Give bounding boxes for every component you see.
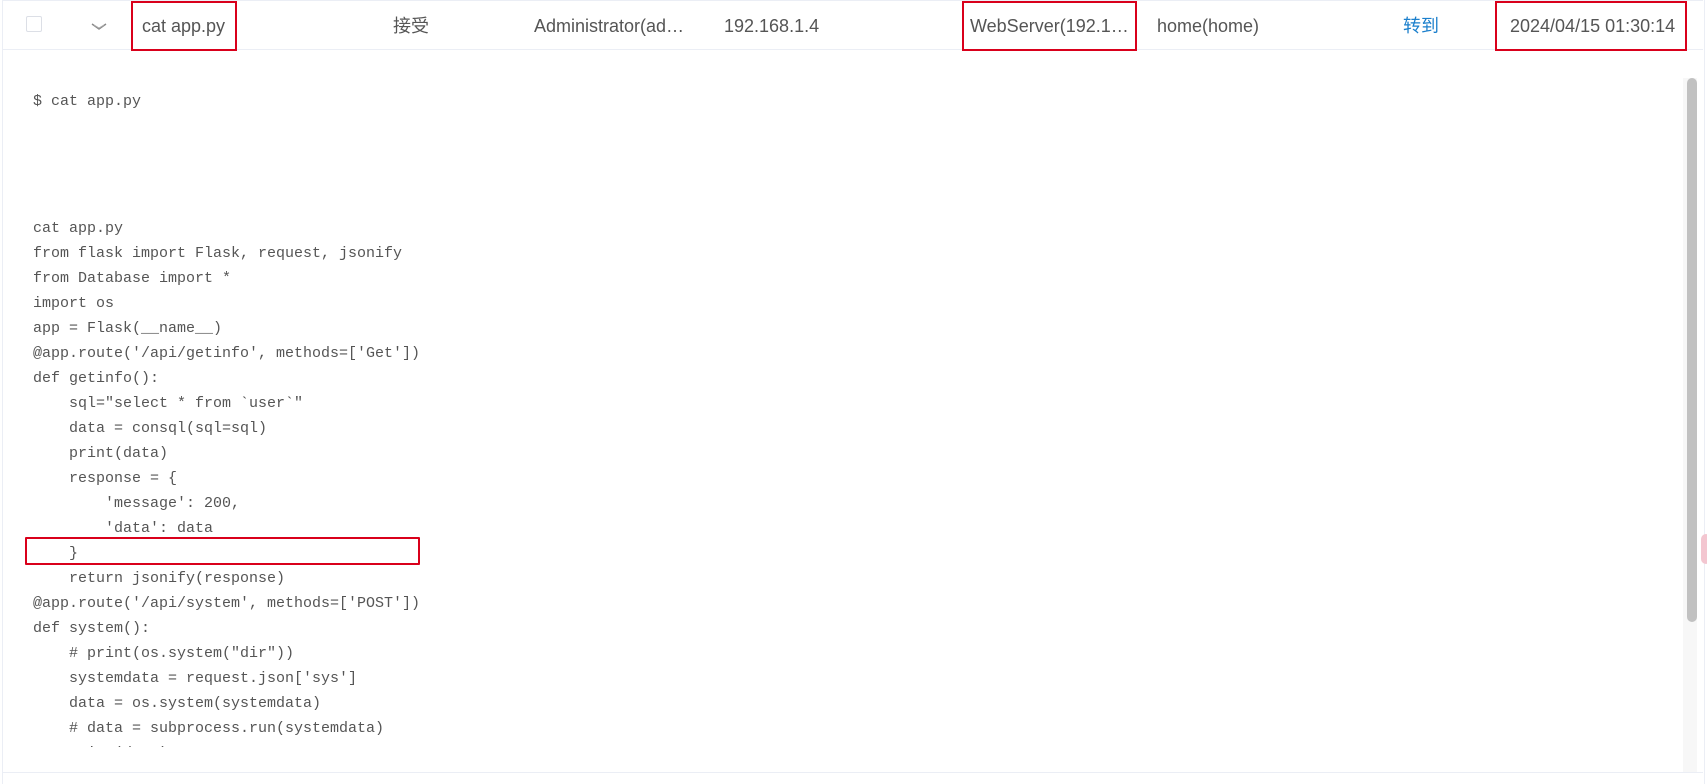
code-line: # data = subprocess.run(systemdata) [33,720,385,737]
code-line: cat app.py [33,220,124,237]
code-line: @app.route('/api/getinfo', methods=['Get… [33,345,421,362]
code-line: data = os.system(systemdata) [33,695,322,712]
code-line: @app.route('/api/system', methods=['POST… [33,595,421,612]
code-line: sql="select * from `user`" [33,395,304,412]
audit-log-panel: cat app.py 接受 Administrator(ad… 192.168.… [2,0,1705,784]
code-line: from flask import Flask, request, jsonif… [33,245,403,262]
code-line: response = { [33,470,178,487]
code-line: app = Flask(__name__) [33,320,223,337]
command-prompt: $ cat app.py [33,93,142,110]
code-line: return jsonify(response) [33,570,286,587]
goto-link[interactable]: 转到 [1403,1,1453,51]
scrollbar-thumb[interactable] [1687,78,1697,622]
user-cell: Administrator(ad… [534,16,685,36]
command-output: $ cat app.py cat app.py from flask import… [31,50,1671,747]
highlight-box [25,537,420,565]
code-line: def system(): [33,620,151,637]
code-line: 'message': 200, [33,495,241,512]
command-cell: cat app.py [131,1,237,51]
ip-cell: 192.168.1.4 [724,16,820,36]
row-checkbox[interactable] [26,16,42,32]
code-line: print(data) [33,741,420,747]
asset-cell: WebServer(192.1… [962,1,1137,51]
code-line: # print(os.system("dir")) [33,645,295,662]
code-line: import os [33,295,115,312]
code-line: def getinfo(): [33,370,160,387]
code-line: data = consql(sql=sql) [33,420,268,437]
table-row: cat app.py 接受 Administrator(ad… 192.168.… [3,0,1703,51]
account-cell: home(home) [1157,16,1260,36]
divider [3,772,1703,773]
floating-handle[interactable] [1701,534,1707,564]
collapse-chevron-icon[interactable] [89,19,109,33]
code-line: systemdata = request.json['sys'] [33,670,358,687]
status-cell: 接受 [393,16,429,36]
time-cell: 2024/04/15 01:30:14 [1495,1,1687,51]
code-listing: cat app.py from flask import Flask, reque… [33,216,420,747]
code-line: from Database import * [33,270,232,287]
code-line: print(data) [33,445,169,462]
command-detail: $ cat app.py cat app.py from flask import… [3,50,1703,772]
